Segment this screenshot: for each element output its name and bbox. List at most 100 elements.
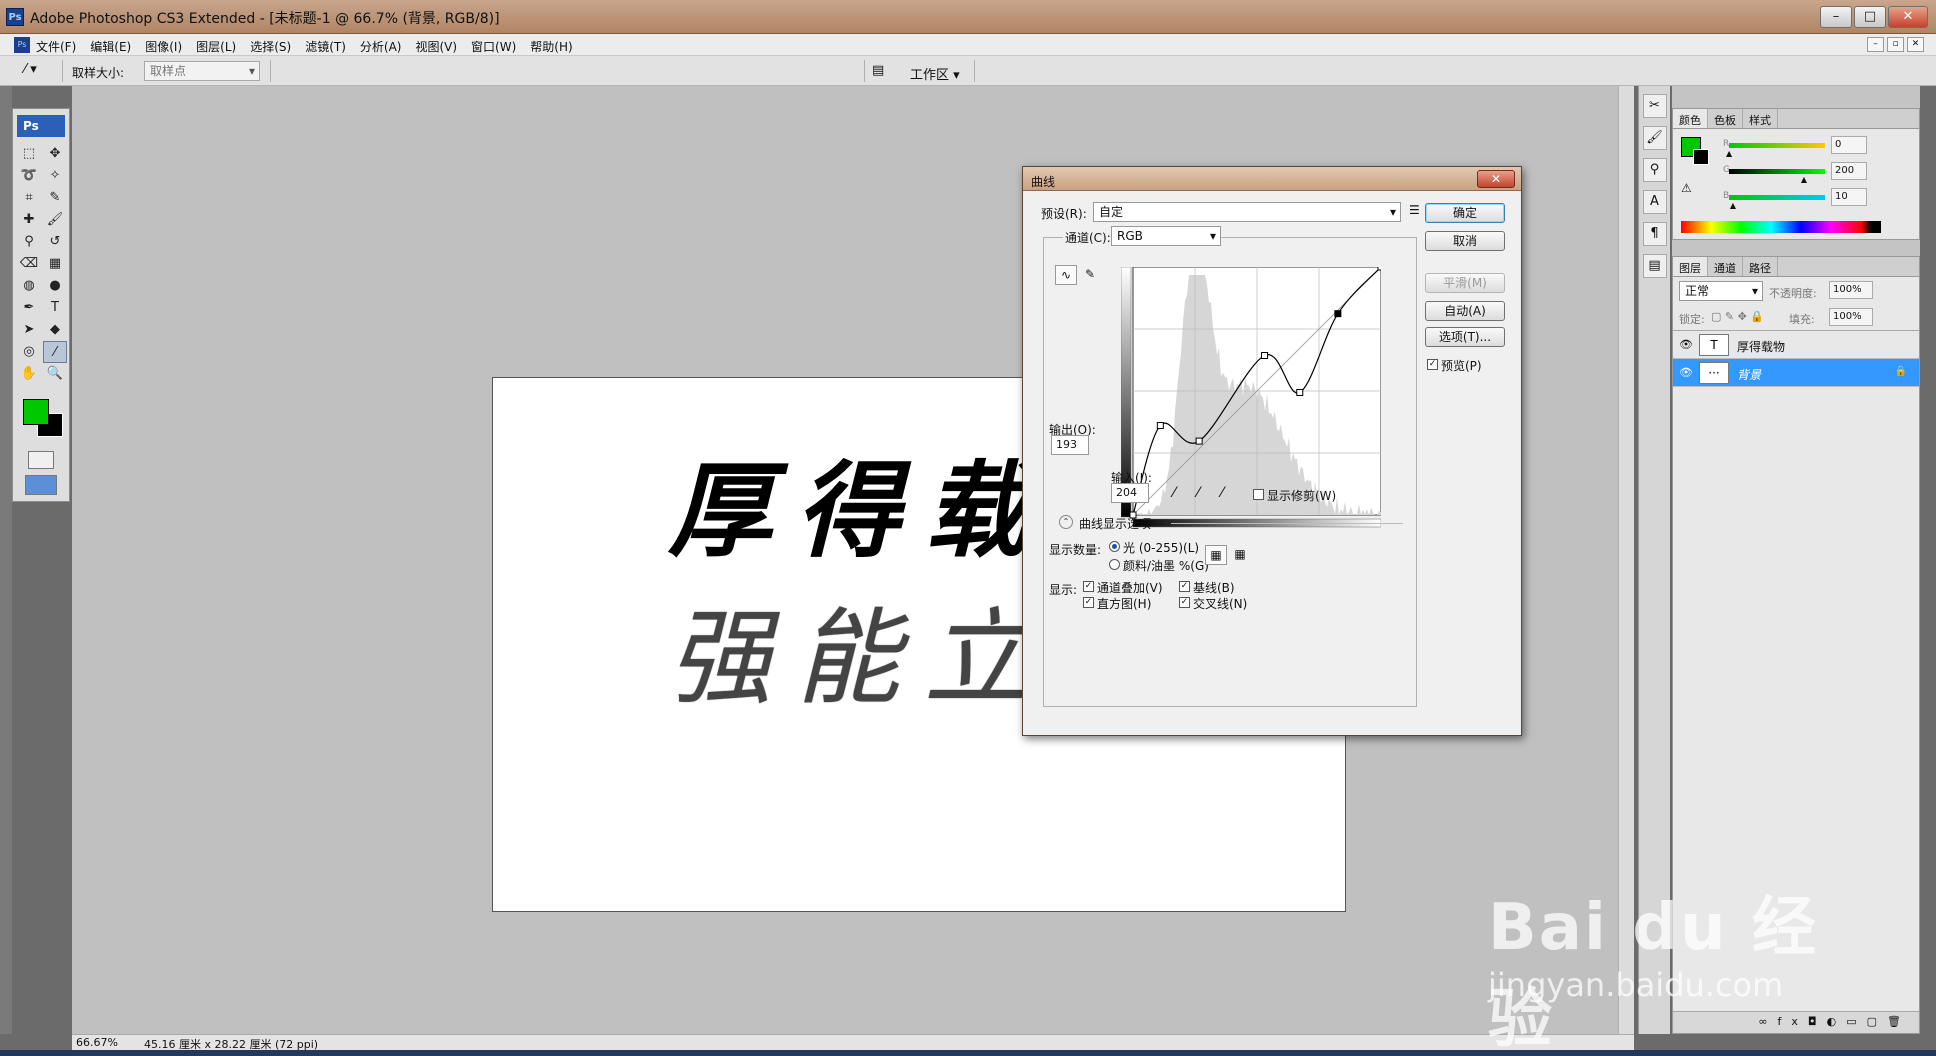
collapse-chevron-icon[interactable]: ⌃: [1059, 515, 1073, 529]
menu-item[interactable]: 分析(A): [360, 38, 402, 55]
menu-item[interactable]: 图像(I): [145, 38, 182, 55]
lock-icons[interactable]: ▢ ✎ ✥ 🔒: [1711, 310, 1764, 323]
magic-wand-tool-icon[interactable]: ✧: [43, 165, 67, 187]
eyedropper-icon[interactable]: ⁄ ▾: [24, 62, 56, 80]
workspace-icon[interactable]: ▤: [872, 63, 892, 79]
preset-options-icon[interactable]: ☰: [1409, 203, 1420, 217]
black-eyedropper-icon[interactable]: ⁄: [1173, 485, 1175, 501]
visibility-eye-icon[interactable]: 👁: [1679, 338, 1693, 351]
preview-checkbox[interactable]: ✓: [1427, 359, 1438, 370]
red-value[interactable]: 0: [1831, 136, 1867, 154]
options-button[interactable]: 选项(T)...: [1425, 327, 1505, 347]
close-button[interactable]: ✕: [1888, 6, 1928, 28]
blend-mode-select[interactable]: 正常: [1679, 281, 1763, 301]
menu-item[interactable]: 文件(F): [36, 38, 76, 55]
hand-tool-icon[interactable]: ✋: [17, 363, 41, 385]
layers-footer-icons[interactable]: ∞fx◘◐▭▢🗑: [1673, 1011, 1919, 1033]
screen-mode-button[interactable]: [25, 475, 57, 495]
ok-button[interactable]: 确定: [1425, 203, 1505, 223]
fill-value[interactable]: 100%: [1829, 308, 1873, 326]
green-slider[interactable]: ▲: [1729, 169, 1825, 184]
menu-item[interactable]: 滤镜(T): [305, 38, 346, 55]
menu-item[interactable]: 选择(S): [250, 38, 291, 55]
histogram-checkbox[interactable]: ✓: [1083, 597, 1094, 608]
foreground-color-swatch[interactable]: [23, 399, 49, 425]
blue-slider-thumb[interactable]: ▲: [1730, 201, 1736, 210]
curve-control-point[interactable]: [1156, 422, 1164, 430]
menu-item[interactable]: 编辑(E): [90, 38, 131, 55]
doc-minimize-button[interactable]: –: [1867, 37, 1884, 52]
red-slider[interactable]: ▲: [1726, 143, 1825, 158]
tab-channels[interactable]: 通道: [1708, 257, 1743, 276]
brushes-icon[interactable]: 🖌: [1642, 126, 1667, 150]
grid-10x10-icon[interactable]: ▦: [1229, 545, 1251, 565]
character-icon[interactable]: A: [1642, 190, 1667, 214]
curve-control-point[interactable]: [1296, 388, 1304, 396]
menu-item[interactable]: 窗口(W): [471, 38, 516, 55]
green-slider-thumb[interactable]: ▲: [1801, 175, 1807, 184]
marquee-tool-icon[interactable]: ⬚: [17, 143, 41, 165]
vertical-scrollbar[interactable]: [1618, 86, 1634, 1034]
path-select-tool-icon[interactable]: ➤: [17, 319, 41, 341]
blue-value[interactable]: 10: [1831, 188, 1867, 206]
curve-control-point[interactable]: [1334, 310, 1342, 318]
pen-tool-icon[interactable]: ✒: [17, 297, 41, 319]
paragraph-icon[interactable]: ¶: [1642, 222, 1667, 246]
green-value[interactable]: 200: [1831, 162, 1867, 180]
sample-size-select[interactable]: 取样点: [144, 61, 260, 81]
visibility-eye-icon[interactable]: 👁: [1679, 366, 1693, 379]
light-radio[interactable]: [1109, 541, 1120, 552]
minimize-button[interactable]: –: [1820, 6, 1852, 28]
white-eyedropper-icon[interactable]: ⁄: [1221, 485, 1223, 501]
curve-control-point[interactable]: [1377, 267, 1381, 271]
menu-item[interactable]: 帮助(H): [530, 38, 572, 55]
opacity-value[interactable]: 100%: [1829, 281, 1873, 299]
intersection-checkbox[interactable]: ✓: [1179, 597, 1190, 608]
gradient-tool-icon[interactable]: ▦: [43, 253, 67, 275]
doc-restore-button[interactable]: ▫: [1887, 37, 1904, 52]
3d-tool-icon[interactable]: ◎: [17, 341, 41, 363]
tab-layers[interactable]: 图层: [1673, 257, 1708, 276]
baseline-checkbox[interactable]: ✓: [1179, 581, 1190, 592]
pigment-radio[interactable]: [1109, 559, 1120, 570]
move-tool-icon[interactable]: ✥: [43, 143, 67, 165]
stamp-tool-icon[interactable]: ⚲: [17, 231, 41, 253]
zoom-tool-icon[interactable]: 🔍: [43, 363, 67, 385]
output-input[interactable]: 193: [1051, 435, 1089, 455]
workspace-button[interactable]: 工作区 ▾: [910, 64, 960, 83]
curve-control-point[interactable]: [1195, 437, 1203, 445]
curve-edit-icon[interactable]: ∿: [1055, 265, 1077, 285]
channel-select[interactable]: RGB: [1111, 226, 1221, 246]
zoom-level[interactable]: 66.67%: [76, 1036, 118, 1049]
ps-menu-icon[interactable]: Ps: [14, 37, 30, 53]
menu-item[interactable]: 图层(L): [196, 38, 236, 55]
lasso-tool-icon[interactable]: ➰: [17, 165, 41, 187]
ps-logo[interactable]: Ps: [17, 115, 65, 137]
layer-row-text[interactable]: 👁 T 厚得载物: [1673, 331, 1919, 359]
curve-control-point[interactable]: [1261, 352, 1269, 360]
curves-graph[interactable]: [1121, 267, 1381, 531]
layer-comps-icon[interactable]: ▤: [1642, 254, 1667, 278]
cancel-button[interactable]: 取消: [1425, 231, 1505, 251]
healing-tool-icon[interactable]: ✚: [17, 209, 41, 231]
tab-paths[interactable]: 路径: [1743, 257, 1778, 276]
tab-color[interactable]: 颜色: [1673, 109, 1708, 128]
doc-close-button[interactable]: ✕: [1907, 37, 1924, 52]
dialog-close-button[interactable]: ✕: [1477, 170, 1515, 188]
grid-4x4-icon[interactable]: ▦: [1205, 545, 1227, 565]
crop-tool-icon[interactable]: ⌗: [17, 187, 41, 209]
auto-button[interactable]: 自动(A): [1425, 301, 1505, 321]
maximize-button[interactable]: □: [1854, 6, 1886, 28]
input-input[interactable]: 204: [1111, 483, 1149, 503]
eraser-tool-icon[interactable]: ⌫: [17, 253, 41, 275]
blue-slider[interactable]: ▲: [1729, 195, 1825, 210]
clone-source-icon[interactable]: ⚲: [1642, 158, 1667, 182]
show-clipping-checkbox[interactable]: [1253, 489, 1264, 500]
tab-styles[interactable]: 样式: [1743, 109, 1778, 128]
gray-eyedropper-icon[interactable]: ⁄: [1197, 485, 1199, 501]
menu-item[interactable]: 视图(V): [415, 38, 457, 55]
eyedropper-tool-icon[interactable]: ⁄: [43, 341, 67, 363]
slice-tool-icon[interactable]: ✎: [43, 187, 67, 209]
blur-tool-icon[interactable]: ◍: [17, 275, 41, 297]
shape-tool-icon[interactable]: ◆: [43, 319, 67, 341]
